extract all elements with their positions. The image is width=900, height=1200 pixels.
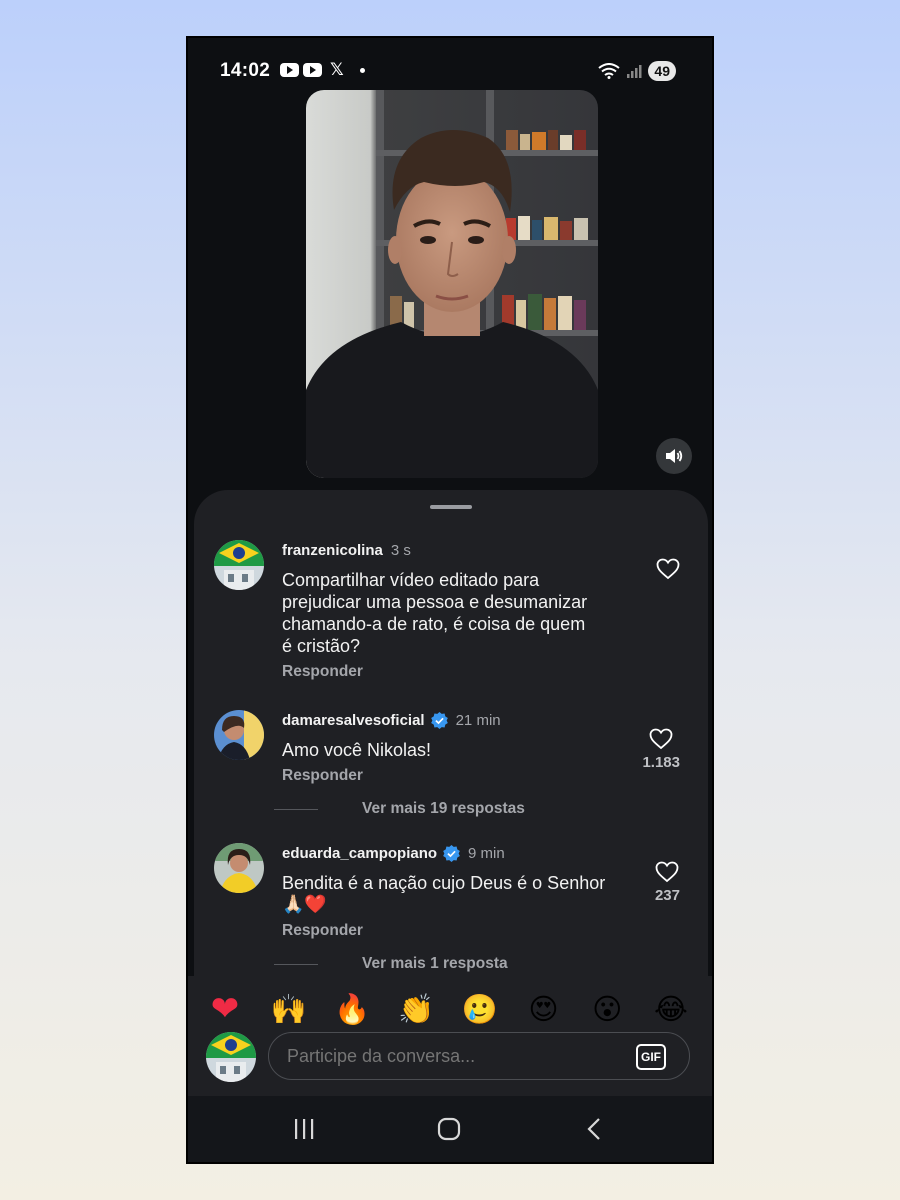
drag-handle[interactable] bbox=[430, 505, 472, 509]
reply-thread-line bbox=[274, 963, 318, 965]
reply-button[interactable]: Responder bbox=[282, 663, 642, 681]
notification-icons: 𝕏 bbox=[280, 60, 365, 79]
reaction-laughing[interactable]: 😂 bbox=[652, 992, 690, 1026]
verified-badge-icon bbox=[443, 844, 460, 862]
heart-icon bbox=[656, 861, 679, 883]
dot-icon bbox=[359, 67, 365, 73]
avatar[interactable] bbox=[214, 540, 264, 590]
own-avatar bbox=[206, 1032, 256, 1082]
view-more-replies-button[interactable]: Ver mais 19 respostas bbox=[274, 800, 525, 818]
speaker-icon bbox=[666, 449, 683, 463]
comment-line: chamando-a de rato, é coisa de quem bbox=[282, 614, 586, 634]
comment-text: Bendita é a nação cujo Deus é o Senhor 🙏… bbox=[282, 872, 642, 916]
wifi-icon bbox=[598, 63, 621, 79]
comment-time: 21 min bbox=[455, 711, 501, 729]
heart-icon bbox=[649, 728, 673, 750]
heart-icon bbox=[656, 558, 680, 580]
comment-header: eduarda_campopiano 9 min bbox=[282, 843, 642, 863]
back-button[interactable] bbox=[582, 1114, 606, 1144]
view-more-replies-label: Ver mais 19 respostas bbox=[362, 800, 525, 817]
reaction-surprised[interactable]: 😮 bbox=[588, 992, 626, 1026]
recent-apps-icon bbox=[295, 1119, 314, 1139]
comment-body: damaresalvesoficial 21 min Amo você Niko… bbox=[282, 710, 642, 785]
comment-composer: ❤ 🙌 🔥 👏 🥲 😍 😮 😂 GIF bbox=[188, 976, 712, 1096]
username[interactable]: franzenicolina bbox=[282, 542, 383, 559]
comment-body: franzenicolina 3 s Compartilhar vídeo ed… bbox=[282, 540, 642, 681]
reaction-raised-hands[interactable]: 🙌 bbox=[270, 992, 308, 1026]
home-icon bbox=[437, 1117, 461, 1141]
video-frame bbox=[306, 90, 598, 478]
reaction-tear-smile[interactable]: 🥲 bbox=[461, 992, 499, 1026]
like-count: 237 bbox=[654, 887, 680, 904]
like-button[interactable]: 1.183 bbox=[642, 728, 680, 771]
reaction-heart[interactable]: ❤ bbox=[206, 992, 244, 1026]
comment-header: franzenicolina 3 s bbox=[282, 540, 642, 560]
comment-line: Compartilhar vídeo editado para bbox=[282, 570, 540, 590]
comment-input[interactable] bbox=[268, 1032, 690, 1080]
system-status: 49 bbox=[598, 61, 676, 81]
comment-time: 9 min bbox=[468, 844, 505, 862]
comment-time: 3 s bbox=[390, 541, 411, 559]
back-icon bbox=[587, 1118, 600, 1140]
username[interactable]: damaresalvesoficial bbox=[282, 712, 425, 729]
verified-badge-icon bbox=[430, 711, 448, 729]
comment-line: Amo você Nikolas! bbox=[282, 740, 432, 760]
battery-indicator: 49 bbox=[648, 61, 676, 81]
comment-line: prejudicar uma pessoa e desumanizar bbox=[282, 592, 588, 612]
username[interactable]: eduarda_campopiano bbox=[282, 845, 437, 862]
quick-reactions: ❤ 🙌 🔥 👏 🥲 😍 😮 😂 bbox=[206, 992, 690, 1026]
reaction-fire[interactable]: 🔥 bbox=[333, 992, 371, 1026]
reaction-clap[interactable]: 👏 bbox=[397, 992, 435, 1026]
recent-apps-button[interactable] bbox=[292, 1114, 316, 1144]
mute-button[interactable] bbox=[656, 438, 692, 474]
phone-screen: 14:02 𝕏 49 franzenicolina 3 s Compartilh… bbox=[186, 36, 714, 1164]
status-time: 14:02 bbox=[220, 60, 271, 81]
video-player[interactable] bbox=[306, 90, 598, 478]
comment-body: eduarda_campopiano 9 min Bendita é a naç… bbox=[282, 843, 642, 940]
avatar[interactable] bbox=[214, 710, 264, 760]
signal-icon bbox=[627, 65, 642, 78]
reaction-heart-eyes[interactable]: 😍 bbox=[525, 992, 563, 1026]
home-button[interactable] bbox=[436, 1114, 462, 1144]
comment-header: damaresalvesoficial 21 min bbox=[282, 710, 642, 730]
system-navigation-bar bbox=[188, 1096, 712, 1162]
avatar[interactable] bbox=[214, 843, 264, 893]
comment-text: Compartilhar vídeo editado para prejudic… bbox=[282, 569, 642, 657]
comment-line: Bendita é a nação cujo Deus é o Senhor bbox=[282, 873, 606, 893]
comment-line: 🙏🏻❤️ bbox=[282, 894, 327, 915]
gif-button[interactable]: GIF bbox=[636, 1044, 666, 1070]
reply-thread-line bbox=[274, 808, 318, 810]
youtube-icon bbox=[280, 63, 299, 77]
like-button[interactable] bbox=[656, 558, 680, 584]
view-more-replies-label: Ver mais 1 resposta bbox=[362, 955, 508, 972]
comment-text: Amo você Nikolas! bbox=[282, 739, 642, 761]
x-icon: 𝕏 bbox=[330, 60, 344, 79]
comment-line: é cristão? bbox=[282, 636, 361, 656]
youtube-icon bbox=[303, 63, 322, 77]
like-button[interactable]: 237 bbox=[655, 861, 680, 904]
view-more-replies-button[interactable]: Ver mais 1 resposta bbox=[274, 955, 508, 973]
reply-button[interactable]: Responder bbox=[282, 767, 642, 785]
like-count: 1.183 bbox=[642, 754, 680, 771]
reply-button[interactable]: Responder bbox=[282, 922, 642, 940]
